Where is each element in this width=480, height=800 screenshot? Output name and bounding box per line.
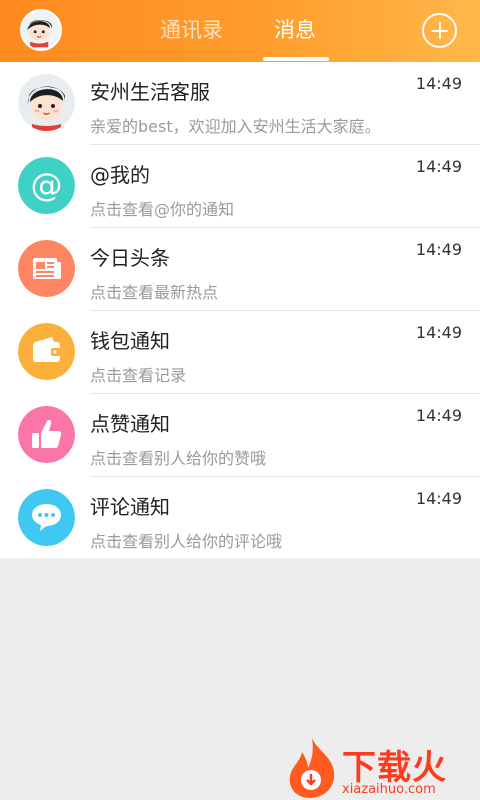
at-sign-icon: @ bbox=[18, 157, 75, 214]
active-tab-indicator bbox=[263, 57, 329, 61]
list-item[interactable]: 点赞通知 点击查看别人给你的赞哦 14:49 bbox=[0, 394, 480, 477]
message-title: @我的 bbox=[90, 163, 150, 187]
flame-logo-icon bbox=[289, 738, 335, 798]
message-time: 14:49 bbox=[415, 240, 462, 259]
newspaper-icon bbox=[18, 240, 75, 297]
list-item[interactable]: @ @我的 点击查看@你的通知 14:49 bbox=[0, 145, 480, 228]
thumbs-up-icon bbox=[18, 406, 75, 463]
chat-bubble-icon bbox=[18, 489, 75, 546]
list-item[interactable]: 安州生活客服 亲爱的best，欢迎加入安州生活大家庭。 14:49 bbox=[0, 62, 480, 145]
message-time: 14:49 bbox=[415, 157, 462, 176]
message-preview: 点击查看记录 bbox=[90, 366, 187, 385]
message-list: 安州生活客服 亲爱的best，欢迎加入安州生活大家庭。 14:49 @ @我的 … bbox=[0, 62, 480, 558]
svg-text:@: @ bbox=[31, 166, 63, 204]
message-time: 14:49 bbox=[415, 74, 462, 93]
add-button[interactable] bbox=[422, 13, 457, 48]
tab-contacts[interactable]: 通讯录 bbox=[160, 14, 223, 46]
message-title: 点赞通知 bbox=[90, 412, 170, 436]
tab-messages[interactable]: 消息 bbox=[274, 14, 316, 46]
watermark: 下载火 xiazaihuo.com bbox=[284, 736, 480, 800]
watermark-domain: xiazaihuo.com bbox=[342, 782, 436, 797]
top-bar: 通讯录 消息 bbox=[0, 0, 480, 62]
message-title: 钱包通知 bbox=[90, 329, 170, 353]
list-item[interactable]: 今日头条 点击查看最新热点 14:49 bbox=[0, 228, 480, 311]
list-item[interactable]: 钱包通知 点击查看记录 14:49 bbox=[0, 311, 480, 394]
message-title: 今日头条 bbox=[90, 246, 170, 270]
cartoon-avatar-icon bbox=[18, 74, 75, 131]
message-title: 评论通知 bbox=[90, 495, 170, 519]
message-time: 14:49 bbox=[415, 406, 462, 425]
message-time: 14:49 bbox=[415, 489, 462, 508]
cartoon-avatar-icon bbox=[22, 11, 57, 48]
message-time: 14:49 bbox=[415, 323, 462, 342]
list-item[interactable]: 评论通知 点击查看别人给你的评论哦 14:49 bbox=[0, 477, 480, 560]
user-avatar[interactable] bbox=[20, 9, 62, 51]
message-preview: 点击查看别人给你的评论哦 bbox=[90, 532, 283, 551]
wallet-icon bbox=[18, 323, 75, 380]
message-preview: 点击查看@你的通知 bbox=[90, 200, 235, 219]
message-title: 安州生活客服 bbox=[90, 80, 210, 104]
message-preview: 点击查看别人给你的赞哦 bbox=[90, 449, 267, 468]
message-preview: 亲爱的best，欢迎加入安州生活大家庭。 bbox=[90, 117, 381, 136]
message-preview: 点击查看最新热点 bbox=[90, 283, 219, 302]
